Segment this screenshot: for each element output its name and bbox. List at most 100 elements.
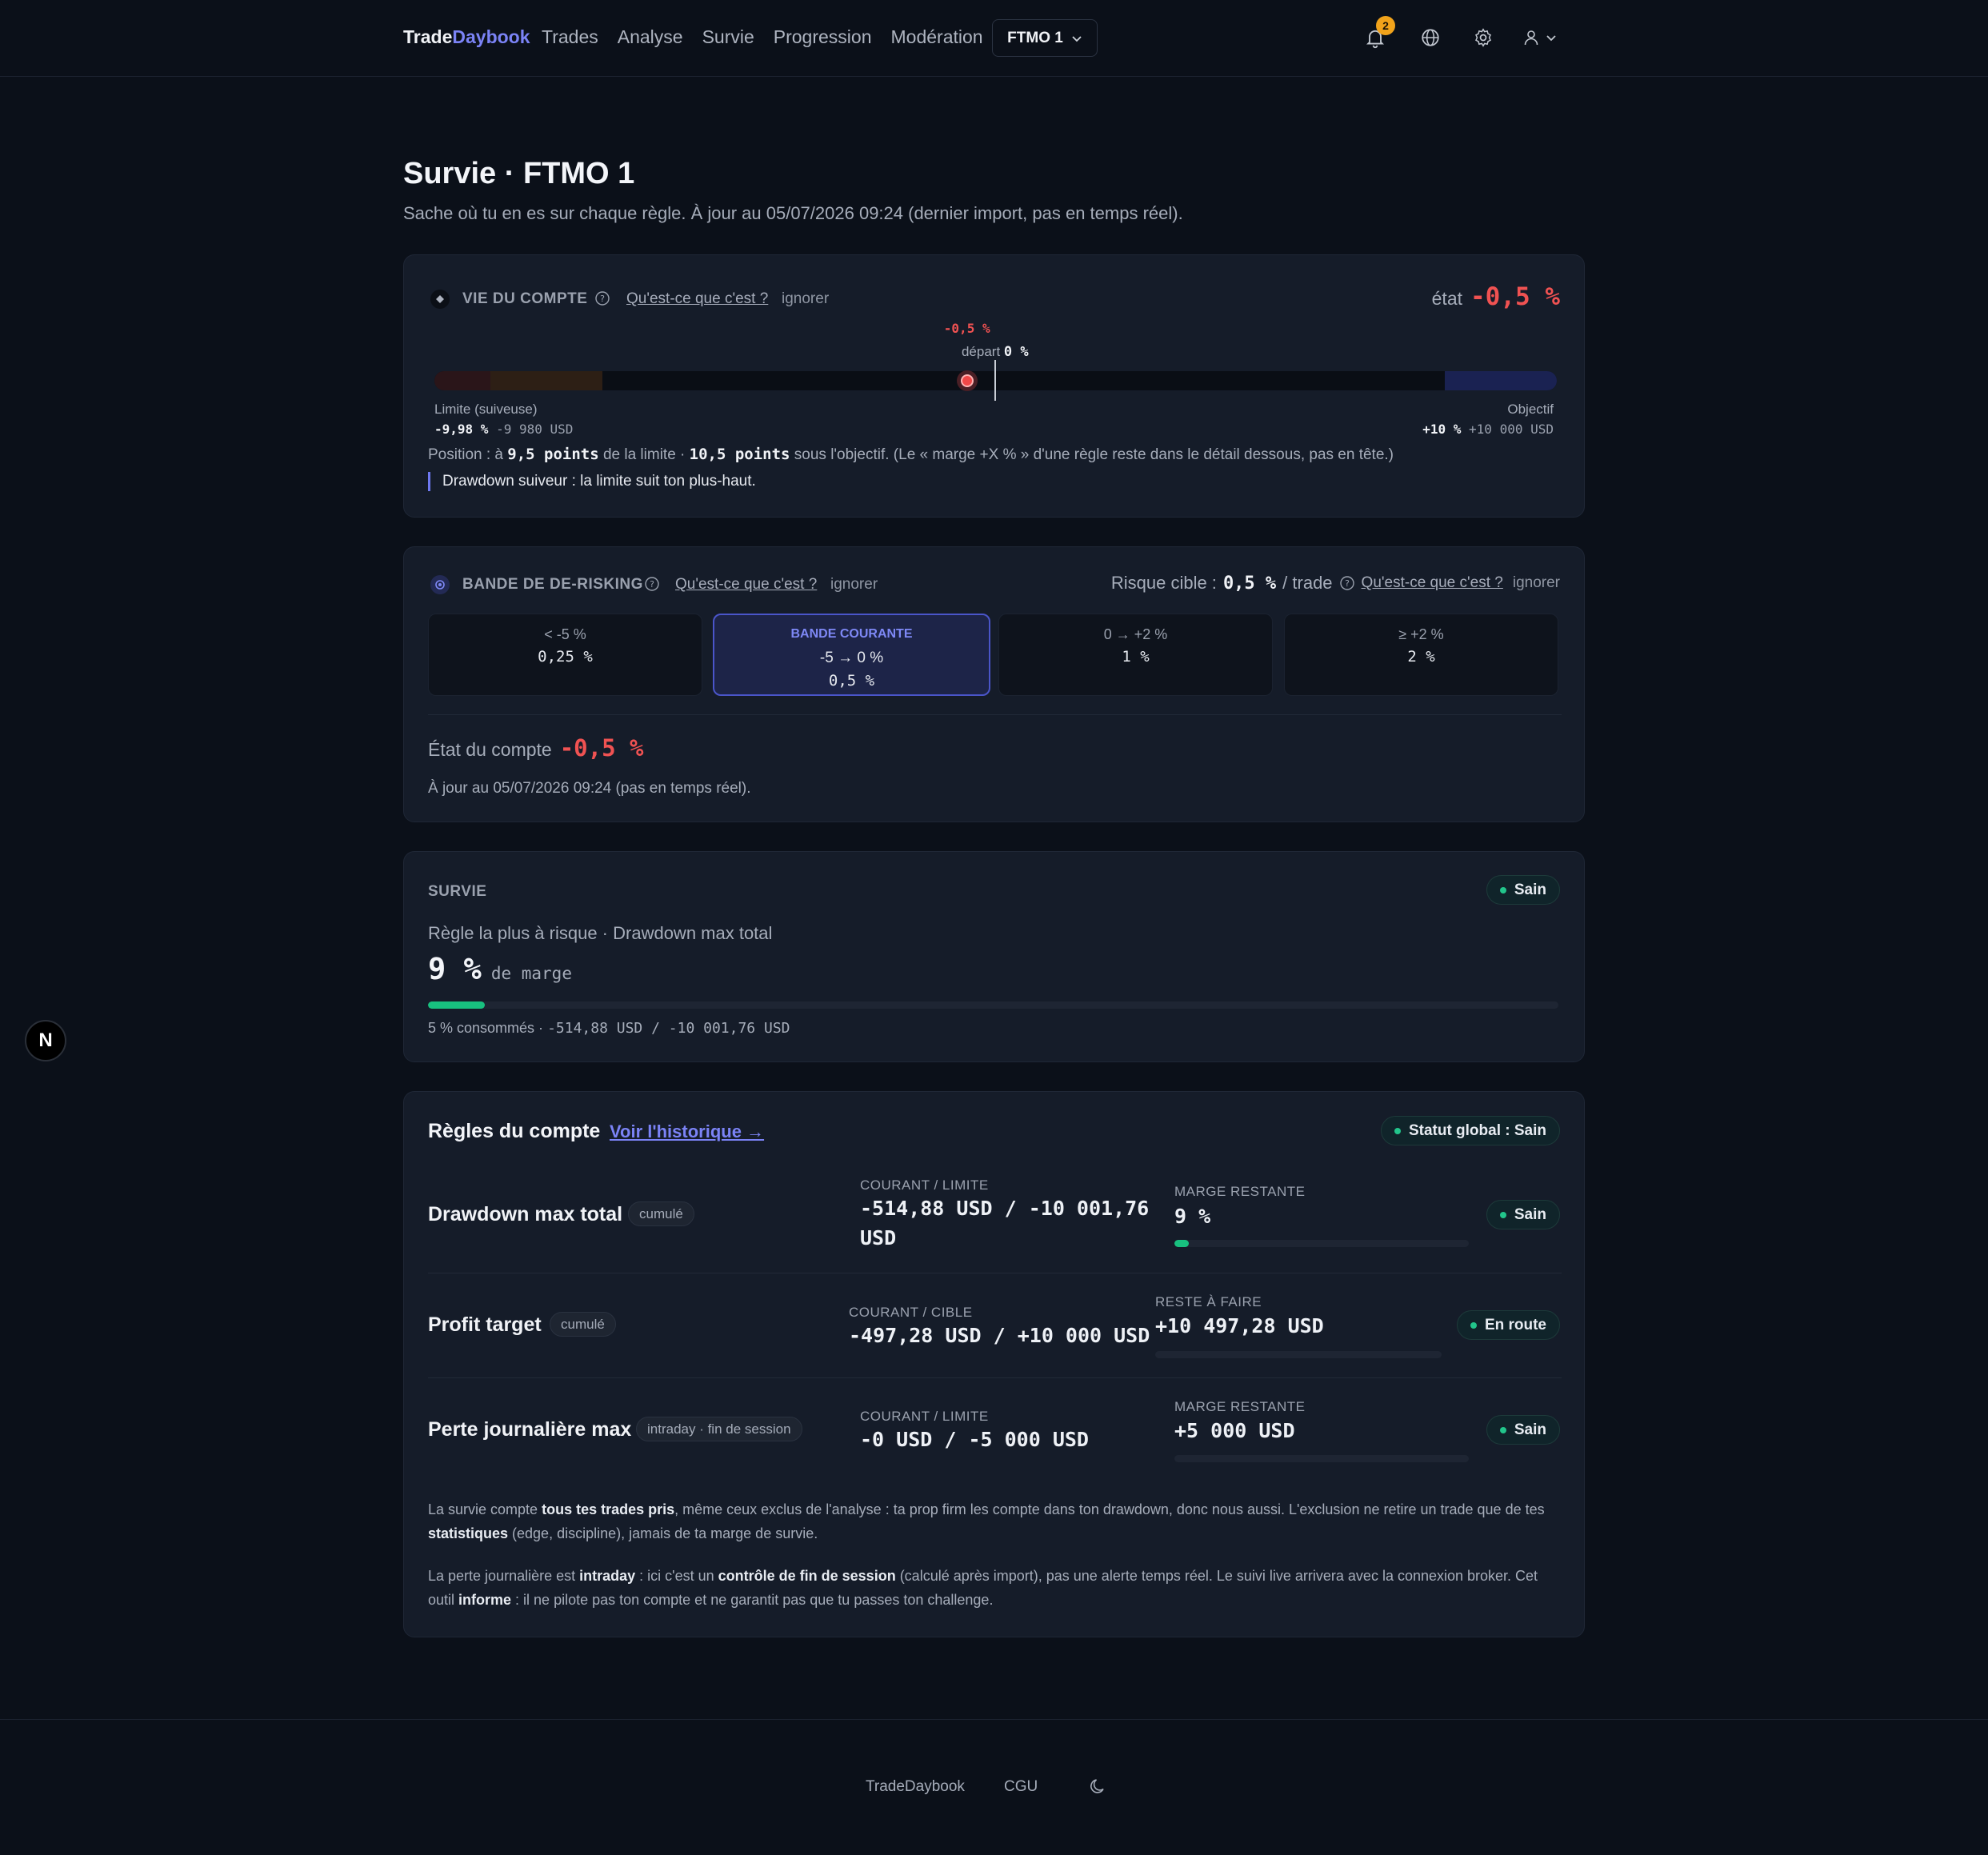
current-marker-label: -0,5 %	[943, 321, 990, 336]
derisking-card: BANDE DE DE-RISKING ? Qu'est-ce que c'es…	[403, 546, 1585, 822]
remaining-label: RESTE À FAIRE	[1155, 1294, 1262, 1309]
risk-band-current: BANDE COURANTE -5 → 0 % 0,5 %	[713, 614, 990, 696]
rule-status-badge: En route	[1456, 1310, 1560, 1340]
risk-band: < -5 % 0,25 %	[428, 614, 702, 696]
riskiest-rule: Règle la plus à risque · Drawdown max to…	[428, 923, 773, 943]
remaining-value: +10 497,28 USD	[1155, 1314, 1324, 1337]
user-icon	[1524, 30, 1538, 46]
account-select-label: FTMO 1	[1007, 29, 1063, 46]
start-label: départ 0 %	[961, 344, 1029, 360]
current-limit-value: -0 USD / -5 000 USD	[860, 1428, 1089, 1451]
ignore-link[interactable]: ignorer	[782, 290, 829, 308]
divider	[428, 714, 1562, 715]
svg-text:?: ?	[650, 579, 654, 590]
limit-value: -9,98 % -9 980 USD	[434, 422, 574, 437]
remaining-margin-label: MARGE RESTANTE	[1174, 1399, 1306, 1414]
remaining-margin-value: 9 %	[1174, 1205, 1211, 1228]
divider	[428, 1377, 1562, 1378]
current-limit-value: -514,88 USD / -10 001,76 USD	[860, 1197, 1150, 1249]
help-icon[interactable]: ?	[594, 290, 610, 310]
account-rules-card: Règles du compte Voir l'historique → Sta…	[403, 1091, 1585, 1637]
page-subtitle: Sache où tu en es sur chaque règle. À jo…	[403, 203, 1183, 223]
nav-link-moderation[interactable]: Modération	[891, 26, 983, 48]
account-life-card: VIE DU COMPTE ? Qu'est-ce que c'est ? ig…	[403, 254, 1585, 518]
rule-progress	[1174, 1455, 1469, 1462]
help-link[interactable]: Qu'est-ce que c'est ?	[1362, 574, 1503, 592]
footer-brand-link[interactable]: TradeDaybook	[866, 1778, 965, 1796]
daily-loss-note: La perte journalière est intraday : ici …	[428, 1568, 1538, 1608]
current-position-marker	[956, 370, 978, 391]
nav-links: Trades Analyse Survie Progression Modéra…	[542, 26, 983, 48]
rule-status-badge: Sain	[1486, 1415, 1560, 1445]
rule-status-badge: Sain	[1486, 1200, 1560, 1229]
state-label: état	[1431, 288, 1463, 309]
nav-link-analyse[interactable]: Analyse	[618, 26, 683, 48]
risk-band: 0 → +2 % 1 %	[998, 614, 1273, 696]
svg-text:?: ?	[600, 294, 605, 304]
target-label: Objectif	[1507, 402, 1554, 417]
start-tick	[994, 360, 996, 401]
account-select[interactable]: FTMO 1	[992, 19, 1098, 57]
globe-icon[interactable]	[1417, 24, 1444, 51]
ignore-link[interactable]: ignorer	[1513, 574, 1560, 592]
updated-text: À jour au 05/07/2026 09:24 (pas en temps…	[428, 780, 751, 797]
remaining-margin-value: +5 000 USD	[1174, 1419, 1295, 1442]
help-icon[interactable]: ?	[644, 576, 660, 596]
target-zone	[1445, 371, 1557, 390]
danger-zone	[434, 371, 490, 390]
notification-badge: 2	[1376, 16, 1395, 35]
top-navigation: TradeDaybook Trades Analyse Survie Progr…	[0, 0, 1988, 77]
help-icon[interactable]: ?	[1339, 575, 1355, 591]
section-label: VIE DU COMPTE	[462, 290, 588, 307]
rule-progress	[1174, 1240, 1469, 1247]
moon-icon[interactable]	[1088, 1777, 1107, 1800]
survival-card: SURVIE Sain Règle la plus à risque · Dra…	[403, 851, 1585, 1062]
rule-progress	[1155, 1351, 1442, 1358]
target-icon	[430, 575, 450, 594]
survival-progress	[428, 1001, 1558, 1009]
rule-tag: intraday · fin de session	[636, 1417, 802, 1441]
state-value: -0,5 %	[1470, 282, 1560, 311]
gear-icon[interactable]	[1470, 24, 1497, 51]
history-link[interactable]: Voir l'historique →	[610, 1121, 764, 1142]
help-link[interactable]: Qu'est-ce que c'est ?	[626, 290, 768, 308]
help-link[interactable]: Qu'est-ce que c'est ?	[675, 576, 817, 594]
nav-link-trades[interactable]: Trades	[542, 26, 598, 48]
account-state: État du compte -0,5 %	[428, 734, 644, 762]
footer-cgu-link[interactable]: CGU	[1004, 1778, 1038, 1796]
user-menu[interactable]	[1522, 24, 1570, 51]
global-status-badge: Statut global : Sain	[1380, 1116, 1560, 1145]
target-value: +10 % +10 000 USD	[1422, 422, 1554, 437]
current-limit-label: COURANT / LIMITE	[860, 1409, 989, 1424]
consumed-text: 5 % consommés · -514,88 USD / -10 001,76…	[428, 1020, 790, 1037]
account-state: état -0,5 %	[1432, 282, 1560, 311]
target-risk: Risque cible : 0,5 % / trade ? Qu'est-ce…	[1110, 573, 1560, 594]
chevron-down-icon	[1546, 35, 1556, 42]
status-badge: Sain	[1486, 875, 1560, 905]
section-label: SURVIE	[428, 883, 487, 900]
nav-link-progression[interactable]: Progression	[774, 26, 872, 48]
diamond-icon	[430, 290, 450, 309]
remaining-margin-label: MARGE RESTANTE	[1174, 1184, 1306, 1199]
rule-name: Profit target	[428, 1313, 542, 1336]
chevron-down-icon	[1072, 35, 1082, 42]
nav-link-survie[interactable]: Survie	[702, 26, 754, 48]
rule-name: Drawdown max total	[428, 1203, 623, 1225]
warning-zone	[490, 371, 602, 390]
svg-text:?: ?	[1345, 578, 1350, 589]
rule-tag: cumulé	[628, 1201, 694, 1226]
position-text: Position : à 9,5 points de la limite · 1…	[428, 446, 1394, 463]
rule-tag: cumulé	[550, 1312, 616, 1337]
current-limit-label: COURANT / LIMITE	[860, 1177, 989, 1193]
risk-band: ≥ +2 % 2 %	[1284, 614, 1558, 696]
dev-tools-button[interactable]: N	[25, 1020, 66, 1061]
margin-display: 9 % de marge	[428, 952, 572, 986]
brand-logo[interactable]: TradeDaybook	[403, 26, 530, 48]
rule-name: Perte journalière max	[428, 1418, 632, 1441]
section-label: BANDE DE DE-RISKING	[462, 576, 643, 593]
limit-label: Limite (suiveuse)	[434, 402, 538, 417]
trailing-drawdown-note: Drawdown suiveur : la limite suit ton pl…	[428, 472, 756, 491]
current-target-label: COURANT / CIBLE	[849, 1305, 973, 1320]
ignore-link[interactable]: ignorer	[830, 576, 878, 594]
rules-title: Règles du compte	[428, 1120, 601, 1142]
